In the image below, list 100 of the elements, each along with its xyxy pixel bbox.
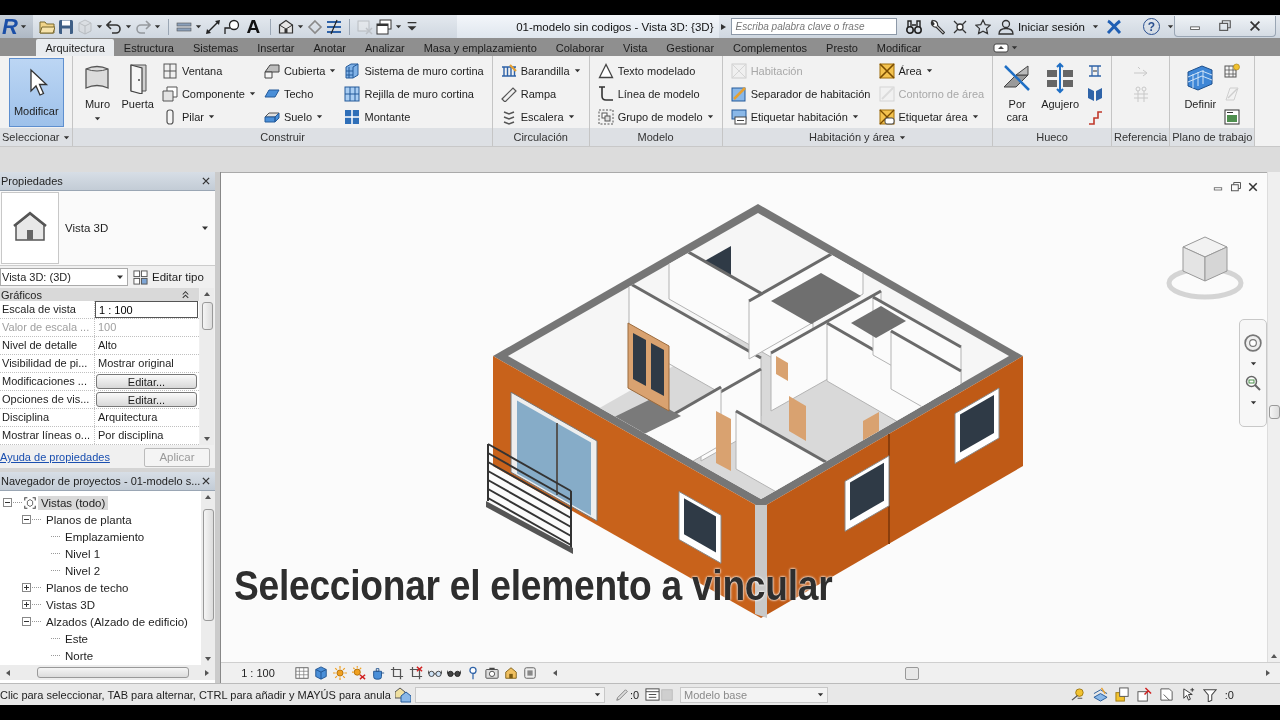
- plus-box-icon[interactable]: [22, 600, 31, 609]
- close-icon[interactable]: [1247, 181, 1259, 193]
- ribbon-tab[interactable]: Masa y emplazamiento: [414, 39, 547, 56]
- small-house-icon[interactable]: [504, 666, 518, 680]
- caret-icon[interactable]: [297, 23, 305, 30]
- round-magnifier-icon[interactable]: [1070, 687, 1086, 702]
- caret-icon[interactable]: [1249, 360, 1257, 367]
- tree-item[interactable]: Planos de planta: [43, 512, 135, 527]
- close-icon[interactable]: [201, 476, 211, 486]
- ribbon-button[interactable]: Muro: [79, 58, 116, 127]
- ribbon-button[interactable]: Rejilla de muro cortina: [342, 82, 486, 105]
- grid-icon[interactable]: [295, 666, 309, 680]
- arrow-up-icon[interactable]: [204, 493, 212, 501]
- ribbon-button[interactable]: Escalera: [498, 105, 583, 128]
- ribbon-button[interactable]: Etiquetar área: [876, 105, 987, 128]
- property-input-field[interactable]: 1 : 100: [95, 301, 198, 318]
- search-field[interactable]: Escriba palabra clave o frase: [731, 18, 897, 35]
- ribbon-button[interactable]: Cubierta: [261, 59, 339, 82]
- scrollbar-thumb[interactable]: [1268, 405, 1280, 419]
- wheel-icon[interactable]: [1244, 334, 1262, 352]
- sun-crossed-icon[interactable]: [352, 666, 366, 680]
- caret-icon[interactable]: [395, 23, 403, 30]
- layers-icon[interactable]: [1092, 687, 1108, 702]
- tree-item[interactable]: Este: [62, 631, 91, 646]
- restore-icon[interactable]: [1229, 181, 1243, 193]
- ribbon-button[interactable]: Puerta: [119, 58, 156, 127]
- ribbon-button[interactable]: Línea de modelo: [595, 82, 716, 105]
- shaded-cube-icon[interactable]: [314, 666, 328, 680]
- tree-item[interactable]: Nivel 1: [62, 546, 104, 561]
- arrow-down-icon[interactable]: [203, 435, 211, 443]
- funnel-icon[interactable]: [1202, 687, 1217, 702]
- edit-button[interactable]: Editar...: [96, 392, 197, 407]
- ribbon-button[interactable]: Suelo: [261, 105, 339, 128]
- ribbon-tab[interactable]: Colaborar: [546, 39, 614, 56]
- striped-lines-icon[interactable]: [326, 18, 343, 35]
- restore-icon[interactable]: [1217, 19, 1233, 33]
- tree-item[interactable]: Norte: [62, 648, 97, 663]
- panel-title-menu[interactable]: Seleccionar: [0, 128, 73, 146]
- ribbon-tab[interactable]: Analizar: [355, 39, 415, 56]
- text-tool-button[interactable]: A: [243, 17, 264, 36]
- ribbon-tab[interactable]: Anotar: [304, 39, 356, 56]
- help-link[interactable]: Ayuda de propiedades: [0, 451, 110, 463]
- tag-circle-icon[interactable]: [224, 18, 241, 35]
- view-scale[interactable]: 1 : 100: [221, 667, 295, 679]
- instance-dropdown[interactable]: Vista 3D: (3D): [0, 268, 128, 286]
- arrow-left-icon[interactable]: [4, 668, 12, 677]
- square-arrow-icon[interactable]: [1136, 687, 1152, 702]
- arrow-left-icon[interactable]: [551, 669, 559, 677]
- tree-item[interactable]: Vistas (todo): [38, 495, 109, 510]
- star-icon[interactable]: [974, 18, 991, 35]
- ribbon-tab[interactable]: Presto: [816, 39, 868, 56]
- arrow-right-icon[interactable]: [203, 668, 211, 677]
- caret-icon[interactable]: [96, 23, 104, 30]
- property-group-header[interactable]: Gráficos: [0, 288, 199, 301]
- two-houses-icon[interactable]: [394, 686, 411, 703]
- scrollbar-thumb[interactable]: [904, 666, 919, 680]
- ribbon-tab[interactable]: Arquitectura: [36, 39, 115, 56]
- windows-icon[interactable]: [376, 18, 393, 35]
- ribbon-tab[interactable]: Modificar: [867, 39, 931, 56]
- arrow-up-icon[interactable]: [1270, 652, 1278, 660]
- pin-icon[interactable]: [466, 666, 480, 680]
- ribbon-button[interactable]: Ventana: [159, 59, 258, 82]
- nested-square-icon[interactable]: [523, 666, 537, 680]
- vertical-scrollbar[interactable]: [201, 491, 215, 665]
- ribbon-button[interactable]: Definir: [1182, 58, 1219, 127]
- tree-item[interactable]: Nivel 2: [62, 563, 104, 578]
- ribbon-button[interactable]: Grupo de modelo: [595, 105, 716, 128]
- ribbon-button[interactable]: Separador de habitación: [728, 82, 873, 105]
- minus-box-icon[interactable]: [22, 617, 31, 626]
- ribbon-button[interactable]: Etiquetar habitación: [728, 105, 873, 128]
- arrow-right-icon[interactable]: [1264, 669, 1272, 677]
- ribbon-button[interactable]: Sistema de muro cortina: [342, 59, 486, 82]
- ribbon-button[interactable]: Techo: [261, 82, 339, 105]
- sun-icon[interactable]: [333, 666, 347, 680]
- edit-button[interactable]: Editar...: [96, 374, 197, 389]
- house-outline-icon[interactable]: [278, 18, 295, 35]
- pot-icon[interactable]: [371, 666, 385, 680]
- caret-icon[interactable]: [1249, 399, 1257, 406]
- ribbon-button[interactable]: Texto modelado: [595, 59, 716, 82]
- ribbon-tab[interactable]: Gestionar: [656, 39, 724, 56]
- ribbon-button[interactable]: Montante: [342, 105, 486, 128]
- app-menu-button[interactable]: R: [0, 15, 34, 38]
- vertical-scrollbar[interactable]: [200, 288, 214, 445]
- scrollbar-thumb[interactable]: [37, 667, 189, 678]
- minus-box-icon[interactable]: [22, 515, 31, 524]
- ribbon-button[interactable]: Pilar: [159, 105, 258, 128]
- ribbon-tab[interactable]: Vista: [613, 39, 657, 56]
- triangle-right-icon[interactable]: [719, 22, 728, 31]
- tree-item[interactable]: Emplazamiento: [62, 529, 148, 544]
- ribbon-button[interactable]: Modificar: [8, 58, 64, 127]
- horizontal-scrollbar[interactable]: [0, 665, 215, 680]
- close-icon[interactable]: [201, 176, 211, 186]
- minus-box-icon[interactable]: [3, 498, 12, 507]
- caret-icon[interactable]: [154, 23, 162, 30]
- magnifier-icon[interactable]: [1245, 375, 1261, 391]
- ribbon-button[interactable]: Por cara: [999, 58, 1036, 127]
- tree-item[interactable]: Alzados (Alzado de edificio): [43, 614, 191, 629]
- caret-icon[interactable]: [125, 23, 133, 30]
- diagonal-arrow-icon[interactable]: [205, 18, 222, 35]
- caret-icon[interactable]: [1167, 23, 1174, 30]
